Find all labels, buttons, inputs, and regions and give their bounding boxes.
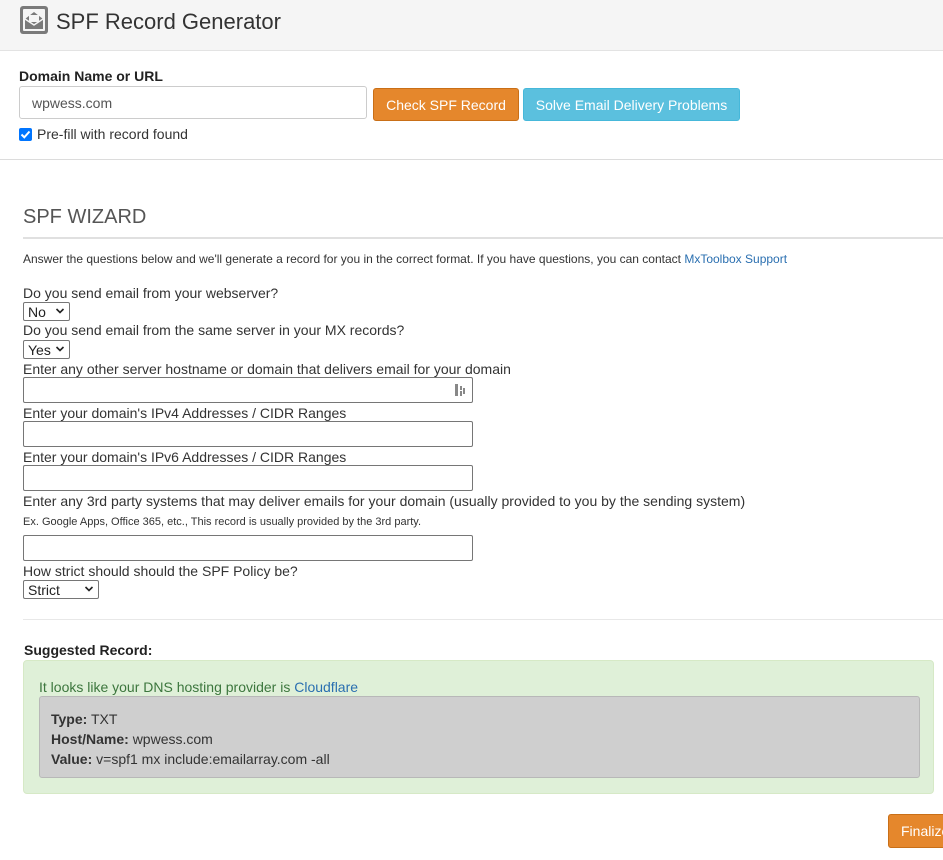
solve-email-delivery-button[interactable]: Solve Email Delivery Problems [523, 88, 740, 121]
chevron-down-icon [55, 308, 65, 314]
prefill-label: Pre-fill with record found [37, 126, 188, 142]
question-other-hostname: Enter any other server hostname or domai… [23, 361, 511, 377]
record-value-row: Value: v=spf1 mx include:emailarray.com … [51, 749, 908, 769]
record-type-row: Type: TXT [51, 709, 908, 729]
checkmark-icon [20, 130, 31, 139]
ipv6-input[interactable] [23, 465, 473, 491]
cloudflare-link[interactable]: Cloudflare [294, 679, 358, 695]
policy-select[interactable]: Strict [23, 580, 99, 599]
question-ipv4: Enter your domain's IPv4 Addresses / CID… [23, 405, 347, 421]
dns-provider-text: It looks like your DNS hosting provider … [39, 679, 358, 695]
record-host-label: Host/Name: [51, 731, 129, 747]
section-divider [23, 619, 943, 620]
prefill-checkbox[interactable] [19, 127, 32, 141]
password-manager-icon[interactable] [454, 383, 466, 397]
domain-input[interactable] [19, 86, 367, 119]
wizard-title: SPF WIZARD [23, 206, 147, 228]
question-third-party: Enter any 3rd party systems that may del… [23, 493, 746, 509]
suggested-record-panel: It looks like your DNS hosting provider … [23, 660, 934, 794]
page-header: SPF Record Generator [0, 0, 943, 51]
webserver-select-value: No [28, 303, 46, 320]
mx-server-select[interactable]: Yes [23, 340, 70, 359]
question-policy: How strict should should the SPF Policy … [23, 563, 298, 579]
wizard-divider [23, 237, 943, 239]
domain-label: Domain Name or URL [19, 68, 163, 84]
third-party-input[interactable] [23, 535, 473, 561]
envelope-logo-icon [20, 6, 48, 34]
chevron-down-icon [84, 586, 94, 592]
record-value-value: v=spf1 mx include:emailarray.com -all [96, 751, 330, 767]
ipv4-input[interactable] [23, 421, 473, 447]
finalize-button[interactable]: Finalize [888, 814, 943, 848]
wizard-intro: Answer the questions below and we'll gen… [23, 252, 787, 266]
wizard-intro-text: Answer the questions below and we'll gen… [23, 252, 685, 266]
third-party-hint: Ex. Google Apps, Office 365, etc., This … [23, 516, 422, 528]
page-title: SPF Record Generator [56, 9, 281, 34]
record-type-value: TXT [90, 711, 118, 727]
prefill-row: Pre-fill with record found [19, 126, 188, 142]
question-mx-server: Do you send email from the same server i… [23, 322, 405, 338]
mxtoolbox-support-link[interactable]: MxToolbox Support [684, 252, 787, 266]
record-value-label: Value: [51, 751, 93, 767]
question-webserver: Do you send email from your webserver? [23, 285, 279, 301]
chevron-down-icon [55, 346, 65, 352]
mx-server-select-value: Yes [28, 341, 51, 358]
dns-provider-prefix: It looks like your DNS hosting provider … [39, 679, 295, 695]
other-hostname-input[interactable] [23, 377, 473, 403]
policy-select-value: Strict [28, 581, 60, 598]
webserver-select[interactable]: No [23, 302, 70, 321]
record-type-label: Type: [51, 711, 88, 727]
record-host-value: wpwess.com [132, 731, 213, 747]
domain-form: Domain Name or URL Check SPF Record Solv… [0, 51, 943, 160]
record-host-row: Host/Name: wpwess.com [51, 729, 908, 749]
question-ipv6: Enter your domain's IPv6 Addresses / CID… [23, 449, 347, 465]
record-details-box: Type: TXT Host/Name: wpwess.com Value: v… [39, 696, 920, 778]
suggested-record-label: Suggested Record: [24, 642, 153, 658]
check-spf-record-button[interactable]: Check SPF Record [373, 88, 519, 121]
